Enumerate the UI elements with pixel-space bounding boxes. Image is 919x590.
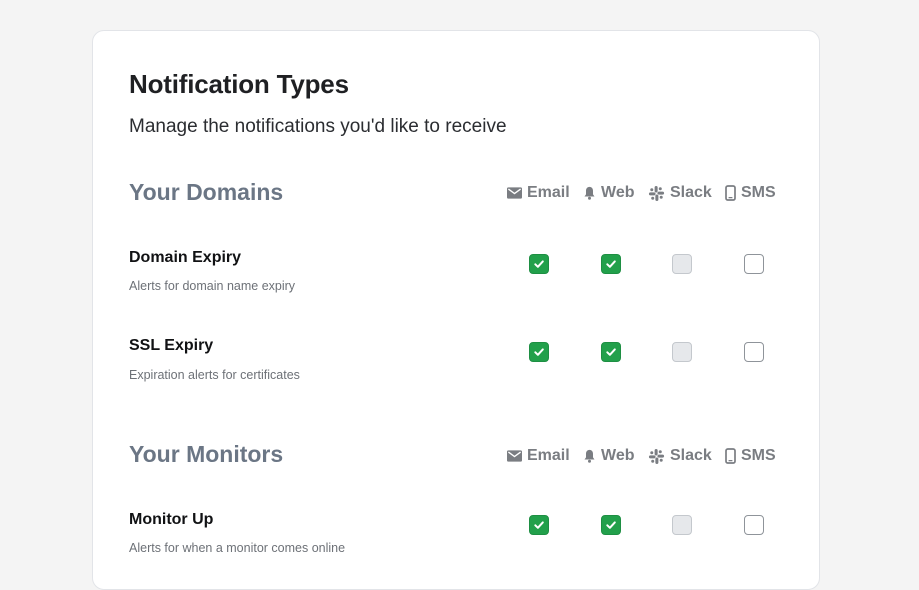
column-header-email: Email (507, 184, 570, 202)
phone-icon (725, 448, 736, 464)
bell-icon (584, 186, 595, 200)
notification-types-card: Notification Types Manage the notificati… (92, 30, 820, 590)
column-label-web: Web (601, 447, 635, 464)
column-label-web: Web (601, 184, 635, 201)
domain-expiry-web-checkbox[interactable] (601, 254, 621, 274)
row-description-domain-expiry: Alerts for domain name expiry (129, 279, 296, 293)
ssl-expiry-slack-checkbox[interactable] (672, 342, 692, 362)
section-title-monitors: Your Monitors (129, 441, 284, 467)
monitor-up-sms-checkbox[interactable] (744, 515, 764, 535)
checkmark-icon (606, 348, 616, 356)
ssl-expiry-email-checkbox[interactable] (529, 342, 549, 362)
column-header-sms: SMS (725, 184, 776, 202)
row-title-monitor-up: Monitor Up (129, 511, 214, 528)
bell-icon (584, 449, 595, 463)
domain-expiry-slack-checkbox[interactable] (672, 254, 692, 274)
column-header-slack: Slack (648, 447, 712, 465)
checkmark-icon (534, 521, 544, 529)
row-title-domain-expiry: Domain Expiry (129, 249, 242, 266)
column-label-sms: SMS (741, 447, 776, 464)
checkmark-icon (534, 348, 544, 356)
slack-icon (648, 185, 665, 201)
page-title: Notification Types (129, 69, 349, 99)
row-description-monitor-up: Alerts for when a monitor comes online (129, 541, 346, 555)
monitor-up-slack-checkbox[interactable] (672, 515, 692, 535)
slack-icon (648, 448, 665, 464)
column-header-web: Web (583, 184, 634, 202)
row-title-ssl-expiry: SSL Expiry (129, 337, 214, 354)
domain-expiry-email-checkbox[interactable] (529, 254, 549, 274)
ssl-expiry-sms-checkbox[interactable] (744, 342, 764, 362)
column-label-sms: SMS (741, 184, 776, 201)
column-label-slack: Slack (670, 184, 712, 201)
column-header-web: Web (583, 447, 634, 465)
page-subtitle: Manage the notifications you'd like to r… (129, 116, 507, 137)
column-header-email: Email (507, 447, 570, 465)
column-label-slack: Slack (670, 447, 712, 464)
monitor-up-web-checkbox[interactable] (601, 515, 621, 535)
section-title-domains: Your Domains (129, 179, 284, 205)
column-label-email: Email (527, 184, 570, 201)
checkmark-icon (534, 260, 544, 268)
monitor-up-email-checkbox[interactable] (529, 515, 549, 535)
mail-icon (507, 450, 522, 462)
domain-expiry-sms-checkbox[interactable] (744, 254, 764, 274)
column-header-sms: SMS (725, 447, 776, 465)
column-label-email: Email (527, 447, 570, 464)
checkmark-icon (606, 260, 616, 268)
phone-icon (725, 185, 736, 201)
column-header-slack: Slack (648, 184, 712, 202)
ssl-expiry-web-checkbox[interactable] (601, 342, 621, 362)
mail-icon (507, 187, 522, 199)
checkmark-icon (606, 521, 616, 529)
row-description-ssl-expiry: Expiration alerts for certificates (129, 368, 300, 382)
